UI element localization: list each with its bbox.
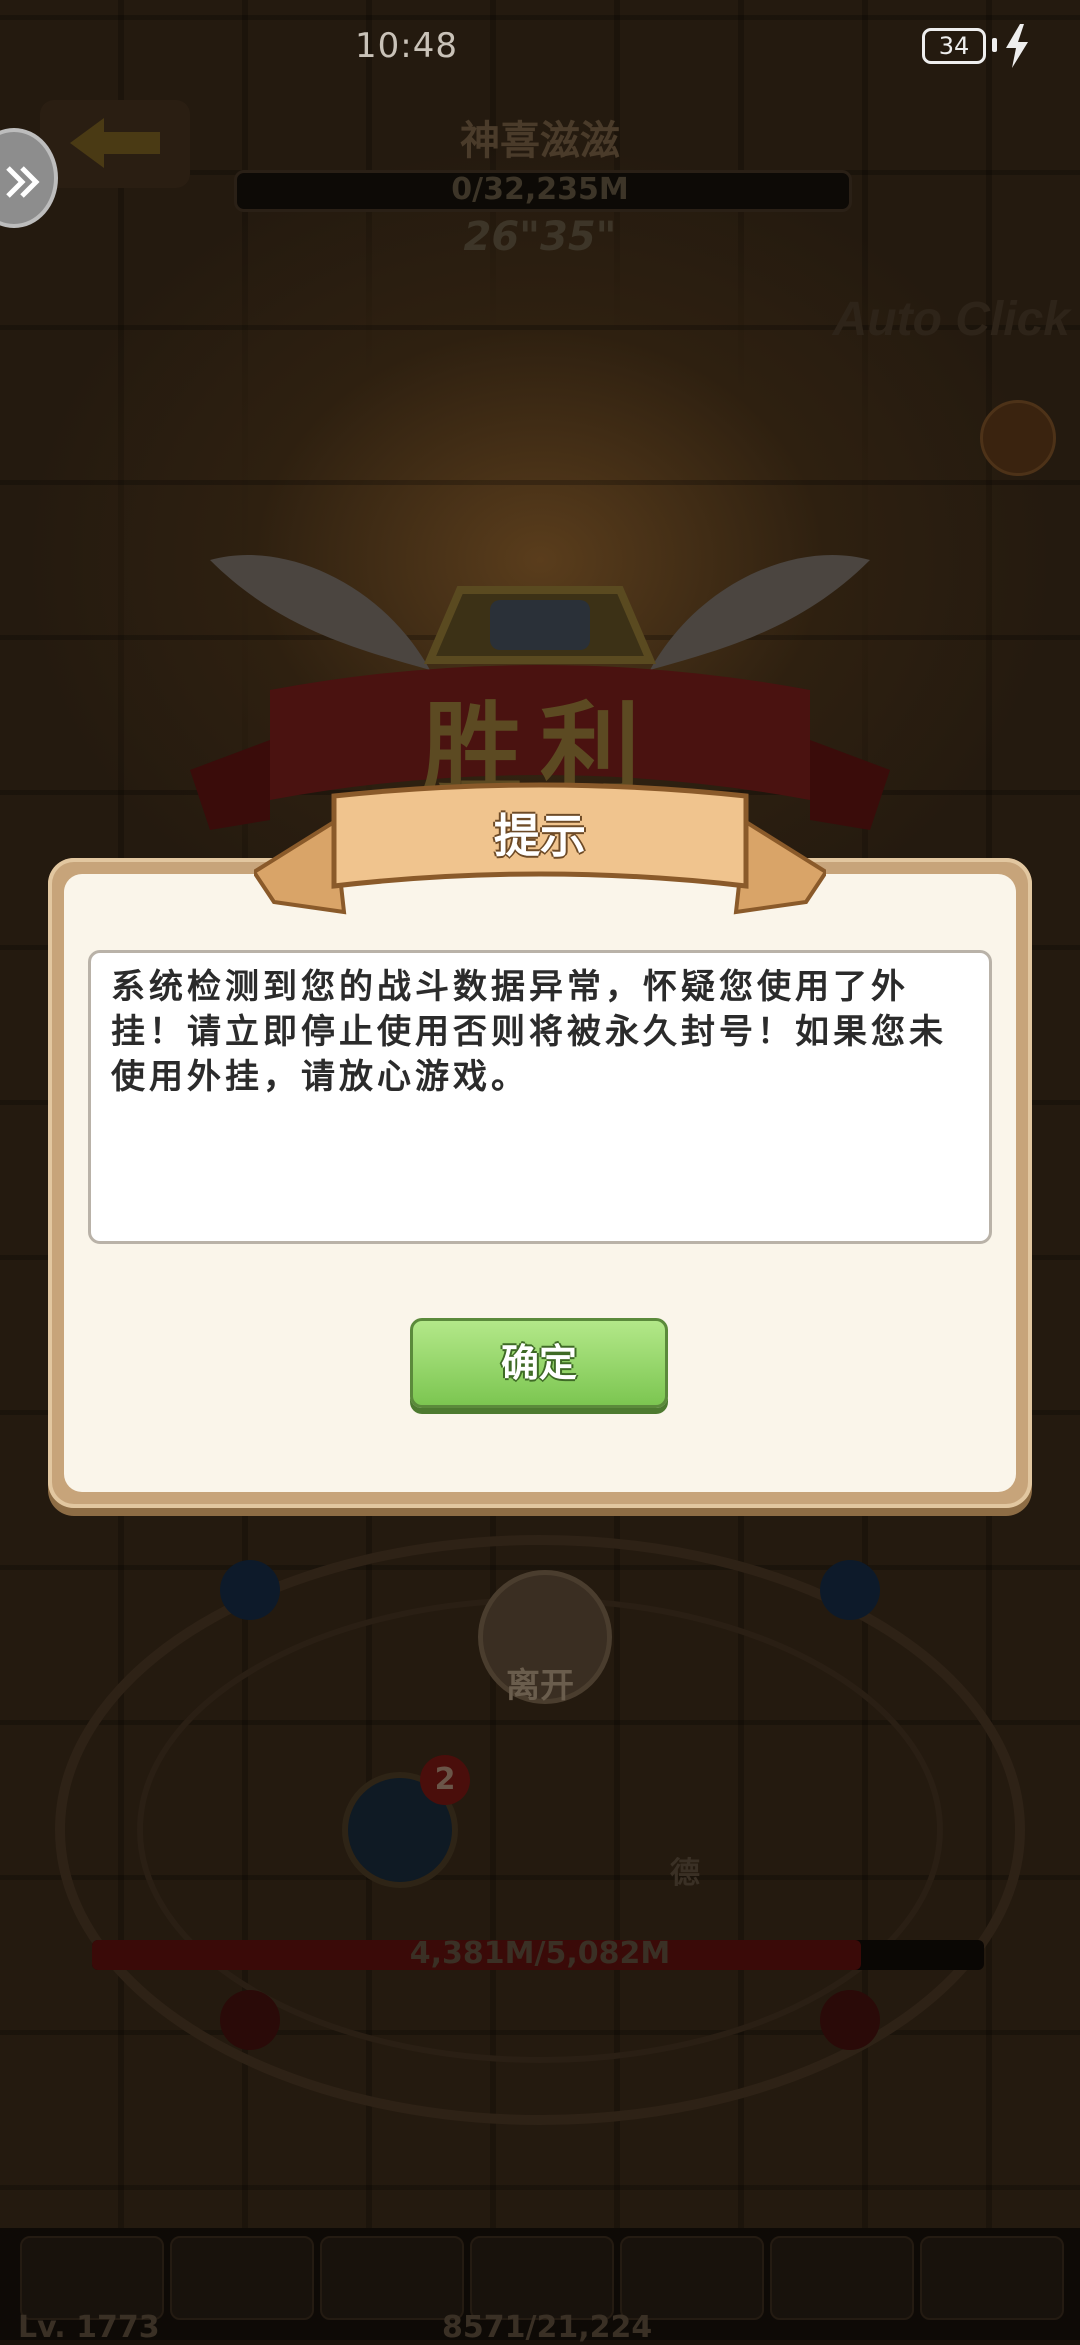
confirm-button[interactable]: 确定 <box>410 1318 668 1408</box>
bottom-nav-item[interactable] <box>170 2236 314 2320</box>
auto-click-button[interactable]: Auto Click <box>833 292 1070 347</box>
confirm-label: 确定 <box>500 1341 577 1385</box>
battery-icon: 34 <box>922 28 986 64</box>
charging-icon <box>1006 24 1028 68</box>
boss-name: 神喜滋滋 <box>460 118 620 164</box>
battle-timer: 26"35" <box>463 214 617 260</box>
dialog-message: 系统检测到您的战斗数据异常，怀疑您使用了外挂！请立即停止使用否则将被永久封号！如… <box>88 950 992 1244</box>
boss-hp-text: 0/32,235M <box>451 172 629 207</box>
bottom-nav-item[interactable] <box>620 2236 764 2320</box>
bottom-nav-item[interactable] <box>920 2236 1064 2320</box>
bottom-nav-item[interactable] <box>320 2236 464 2320</box>
status-time: 10:48 <box>355 26 458 66</box>
leave-label: 离开 <box>506 1666 574 1706</box>
side-badge[interactable] <box>980 400 1056 476</box>
battery-tip <box>992 38 997 52</box>
bottom-nav-item[interactable] <box>20 2236 164 2320</box>
player-hp-text: 4,381M/5,082M <box>409 1936 671 1971</box>
bottom-nav-item[interactable] <box>470 2236 614 2320</box>
bottom-nav-item[interactable] <box>770 2236 914 2320</box>
notification-badge: 2 <box>420 1755 470 1805</box>
dialog-title: 提示 <box>494 809 586 863</box>
side-label: 德 <box>670 1856 700 1891</box>
